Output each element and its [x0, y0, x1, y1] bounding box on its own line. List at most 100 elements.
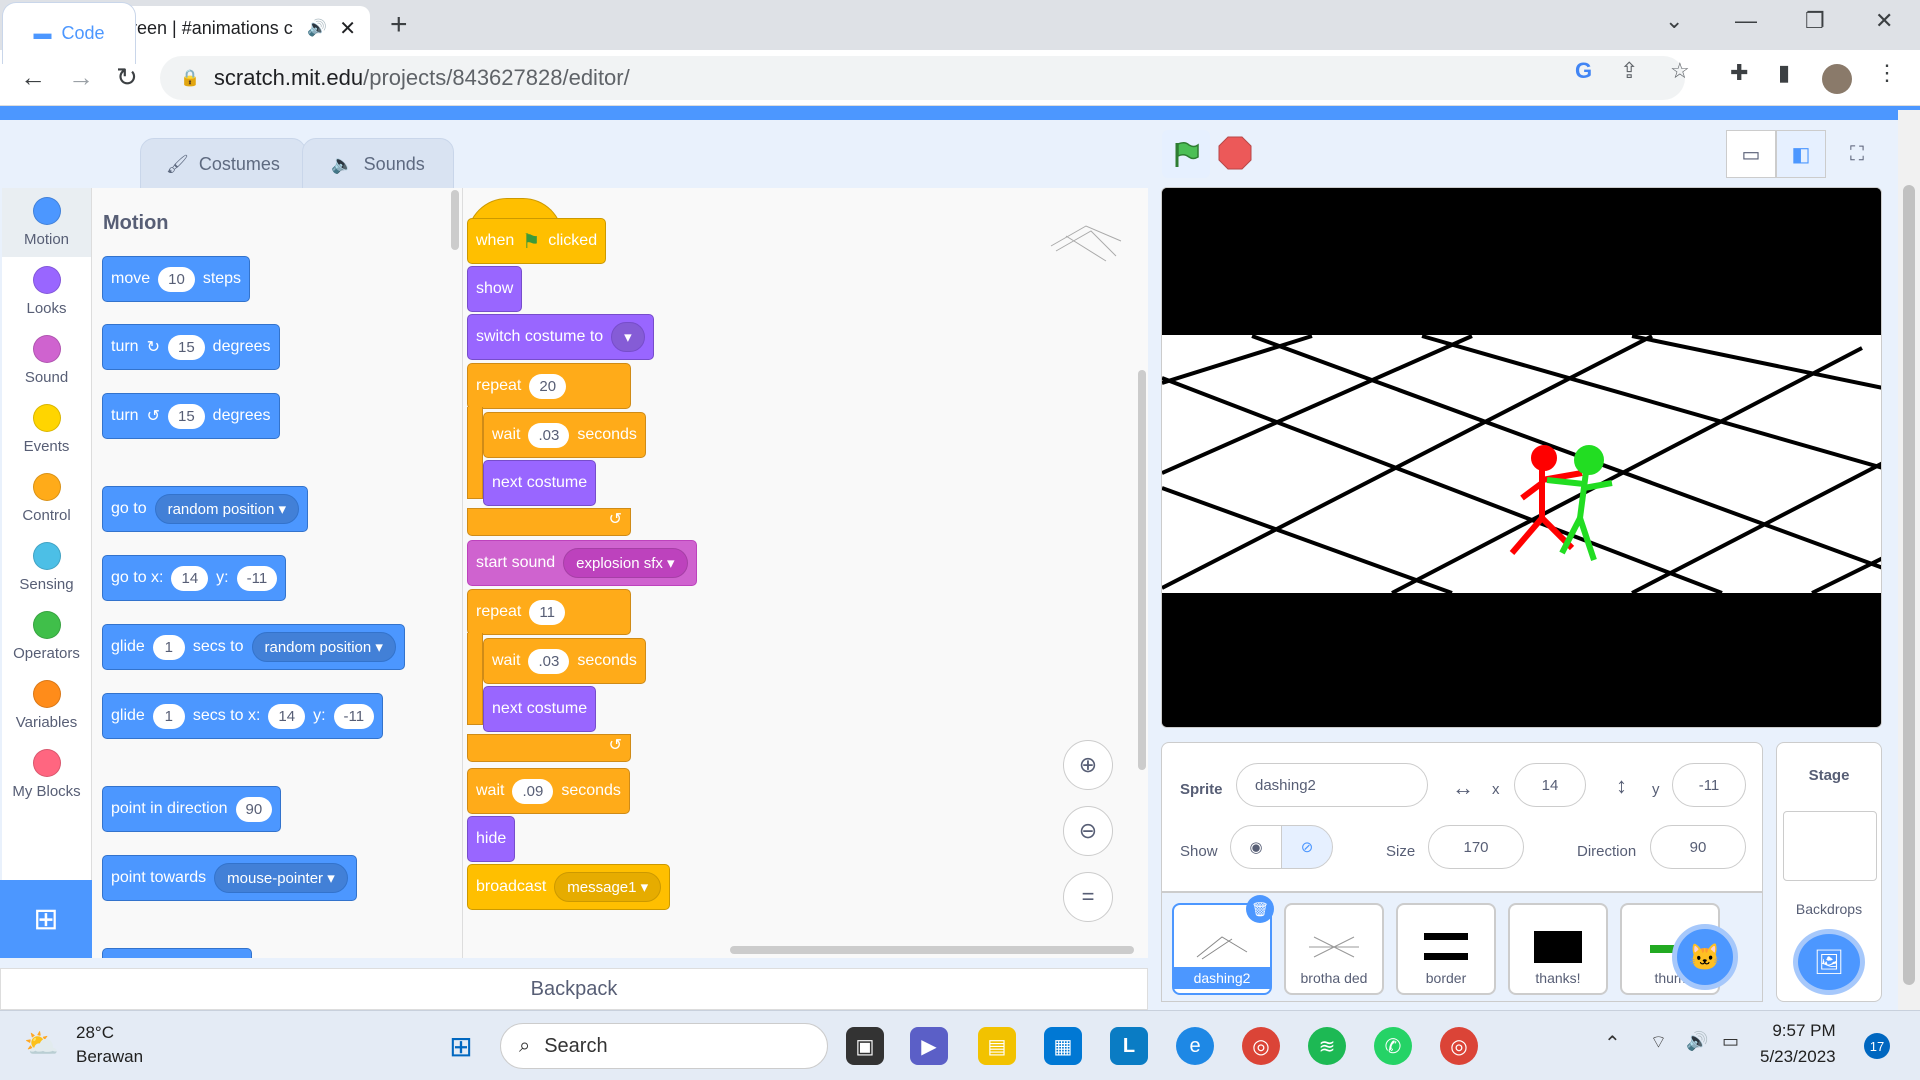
- block-repeat[interactable]: repeat 20: [467, 363, 631, 409]
- page-scrollbar[interactable]: [1898, 110, 1920, 1010]
- tab-code[interactable]: ▬ Code: [2, 2, 136, 64]
- block-input[interactable]: -11: [236, 565, 278, 591]
- script-area[interactable]: when ⚑ clicked show switch costume to ▾ rep…: [462, 188, 1148, 958]
- close-tab-icon[interactable]: ✕: [339, 16, 356, 41]
- chrome-profile-icon[interactable]: ◎: [1440, 1027, 1478, 1065]
- block-input[interactable]: 10: [158, 266, 195, 292]
- block-next-costume[interactable]: next costume: [483, 460, 597, 506]
- tab-sounds[interactable]: 🔈 Sounds: [302, 138, 454, 190]
- block-show[interactable]: show: [467, 266, 523, 312]
- file-explorer-icon[interactable]: ▤: [978, 1027, 1016, 1065]
- hide-button[interactable]: ⊘: [1281, 825, 1333, 869]
- category-control[interactable]: Control: [2, 464, 91, 533]
- block-point-in-direction[interactable]: point in direction 90: [102, 786, 282, 832]
- sprite-name-field[interactable]: dashing2: [1236, 763, 1428, 807]
- block-glide-xy[interactable]: glide 1 secs to x: 14 y: -11: [102, 693, 384, 739]
- size-field[interactable]: 170: [1428, 825, 1524, 869]
- task-view-icon[interactable]: ▣: [846, 1027, 884, 1065]
- spotify-icon[interactable]: ≋: [1308, 1027, 1346, 1065]
- extensions-icon[interactable]: ✚: [1730, 60, 1748, 86]
- backdrop-thumbnail[interactable]: [1783, 811, 1877, 881]
- block-input[interactable]: -11: [333, 703, 375, 729]
- block-glide[interactable]: glide 1 secs to random position ▾: [102, 624, 405, 670]
- y-position-field[interactable]: -11: [1672, 763, 1746, 807]
- block-next-costume[interactable]: next costume: [483, 686, 597, 732]
- side-panel-icon[interactable]: ▮: [1778, 60, 1790, 86]
- google-icon[interactable]: G: [1575, 58, 1592, 84]
- teams-icon[interactable]: ▶: [910, 1027, 948, 1065]
- palette-scrollbar[interactable]: [451, 190, 459, 250]
- block-input[interactable]: 20: [529, 373, 567, 399]
- avatar[interactable]: [1822, 64, 1852, 94]
- restore-icon[interactable]: ❐: [1805, 8, 1825, 34]
- category-sound[interactable]: Sound: [2, 326, 91, 395]
- block-input[interactable]: 90: [235, 796, 273, 822]
- script-horizontal-scrollbar[interactable]: [730, 946, 1134, 954]
- zoom-in-button[interactable]: ⊕: [1063, 740, 1113, 790]
- taskbar-clock[interactable]: 9:57 PM 5/23/2023: [1760, 1021, 1836, 1067]
- block-partial[interactable]: [102, 948, 252, 958]
- block-input[interactable]: 1: [152, 703, 185, 729]
- microsoft-store-icon[interactable]: ▦: [1044, 1027, 1082, 1065]
- category-motion[interactable]: Motion: [2, 188, 91, 257]
- block-input[interactable]: 1: [152, 634, 185, 660]
- sprite-tile-border[interactable]: border: [1396, 903, 1496, 995]
- category-sensing[interactable]: Sensing: [2, 533, 91, 602]
- volume-icon[interactable]: 🔊: [1686, 1031, 1708, 1052]
- sprite-tile-thanks[interactable]: thanks!: [1508, 903, 1608, 995]
- x-position-field[interactable]: 14: [1514, 763, 1586, 807]
- menu-kebab-icon[interactable]: ⋮: [1876, 60, 1898, 86]
- close-window-icon[interactable]: ✕: [1875, 8, 1893, 34]
- fullscreen-button[interactable]: ⛶: [1832, 130, 1882, 178]
- block-wait[interactable]: wait .03 seconds: [483, 638, 646, 684]
- show-visible-button[interactable]: ◉: [1230, 825, 1282, 869]
- forward-icon[interactable]: →: [68, 62, 94, 93]
- block-hide[interactable]: hide: [467, 816, 516, 862]
- audio-playing-icon[interactable]: 🔊: [307, 18, 327, 38]
- stage-canvas[interactable]: [1161, 187, 1882, 728]
- block-input[interactable]: .09: [512, 778, 554, 804]
- block-dropdown[interactable]: ▾: [611, 322, 645, 352]
- l-app-icon[interactable]: L: [1110, 1027, 1148, 1065]
- add-backdrop-button[interactable]: 🖼: [1793, 929, 1865, 995]
- share-icon[interactable]: ⇪: [1620, 58, 1638, 84]
- minimize-icon[interactable]: —: [1735, 8, 1757, 34]
- stop-button[interactable]: [1218, 136, 1252, 170]
- script-vertical-scrollbar[interactable]: [1138, 370, 1146, 770]
- block-broadcast[interactable]: broadcast message1 ▾: [467, 864, 671, 910]
- block-dropdown[interactable]: message1 ▾: [554, 872, 662, 902]
- tab-search-icon[interactable]: ⌄: [1665, 8, 1683, 34]
- block-move-steps[interactable]: move 10 steps: [102, 256, 251, 302]
- reload-icon[interactable]: ↻: [116, 62, 138, 93]
- notification-badge[interactable]: 17: [1864, 1033, 1890, 1059]
- add-sprite-button[interactable]: 🐱: [1672, 924, 1738, 990]
- block-repeat[interactable]: repeat 11: [467, 589, 631, 635]
- block-start-sound[interactable]: start sound explosion sfx ▾: [467, 540, 697, 586]
- category-operators[interactable]: Operators: [2, 602, 91, 671]
- block-turn-right[interactable]: turn ↻ 15 degrees: [102, 324, 280, 370]
- block-dropdown[interactable]: random position ▾: [154, 494, 300, 524]
- lock-icon[interactable]: 🔒: [180, 68, 200, 88]
- category-events[interactable]: Events: [2, 395, 91, 464]
- block-dropdown[interactable]: mouse-pointer ▾: [214, 863, 348, 893]
- block-input[interactable]: .03: [528, 422, 570, 448]
- block-input[interactable]: 11: [529, 599, 565, 625]
- chrome-icon[interactable]: ◎: [1242, 1027, 1280, 1065]
- direction-field[interactable]: 90: [1650, 825, 1746, 869]
- block-input[interactable]: .03: [528, 648, 570, 674]
- block-go-to[interactable]: go to random position ▾: [102, 486, 309, 532]
- battery-icon[interactable]: ▭: [1722, 1031, 1739, 1052]
- block-turn-left[interactable]: turn ↺ 15 degrees: [102, 393, 280, 439]
- block-when-flag-clicked[interactable]: when ⚑ clicked: [467, 218, 607, 264]
- category-variables[interactable]: Variables: [2, 671, 91, 740]
- block-dropdown[interactable]: explosion sfx ▾: [563, 548, 688, 578]
- block-go-to-xy[interactable]: go to x: 14 y: -11: [102, 555, 287, 601]
- add-extension-button[interactable]: ⊞: [0, 880, 92, 958]
- block-input[interactable]: 14: [171, 565, 209, 591]
- sprite-tile-brotha-ded[interactable]: brotha ded: [1284, 903, 1384, 995]
- delete-sprite-button[interactable]: 🗑: [1246, 895, 1274, 923]
- page-scrollbar-thumb[interactable]: [1903, 185, 1915, 985]
- normal-stage-button[interactable]: ◧: [1776, 130, 1826, 178]
- small-stage-button[interactable]: ▭: [1726, 130, 1776, 178]
- category-looks[interactable]: Looks: [2, 257, 91, 326]
